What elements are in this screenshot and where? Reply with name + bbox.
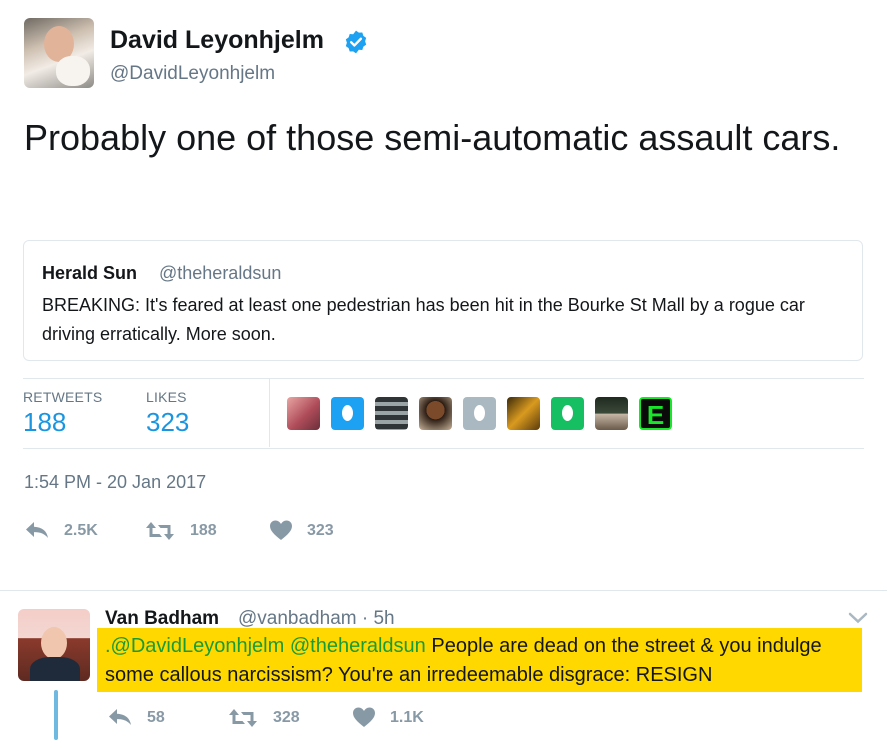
liker-avatar-egg[interactable] bbox=[331, 397, 364, 430]
author-handle[interactable]: @DavidLeyonhjelm bbox=[110, 63, 275, 85]
divider bbox=[23, 448, 864, 449]
stats-separator bbox=[269, 379, 270, 447]
liker-avatar-egg[interactable] bbox=[463, 397, 496, 430]
divider bbox=[23, 378, 864, 379]
like-count[interactable]: 323 bbox=[307, 522, 334, 540]
reply-text: .@DavidLeyonhjelm @theheraldsun People a… bbox=[105, 632, 865, 690]
liker-avatar-letter[interactable]: E bbox=[639, 397, 672, 430]
heart-icon[interactable] bbox=[269, 519, 293, 541]
avatar-body bbox=[30, 657, 80, 681]
retweets-count[interactable]: 188 bbox=[23, 407, 66, 438]
likes-count[interactable]: 323 bbox=[146, 407, 189, 438]
retweet-icon[interactable] bbox=[228, 707, 258, 729]
retweet-count[interactable]: 328 bbox=[273, 709, 300, 727]
author-name[interactable]: David Leyonhjelm bbox=[110, 26, 324, 55]
liker-avatar[interactable] bbox=[595, 397, 628, 430]
quoted-tweet[interactable]: Herald Sun @theheraldsun BREAKING: It's … bbox=[23, 240, 863, 361]
reply-author-name[interactable]: Van Badham bbox=[105, 608, 219, 630]
reply-icon[interactable] bbox=[107, 706, 133, 728]
quoted-tweet-text: BREAKING: It's feared at least one pedes… bbox=[42, 295, 805, 344]
tweet-separator bbox=[0, 590, 887, 591]
tweet-timestamp[interactable]: 1:54 PM - 20 Jan 2017 bbox=[24, 472, 206, 493]
liker-avatar[interactable] bbox=[507, 397, 540, 430]
retweet-count[interactable]: 188 bbox=[190, 522, 217, 540]
quoted-author-name: Herald Sun bbox=[42, 263, 138, 283]
retweets-label[interactable]: RETWEETS bbox=[23, 389, 102, 405]
author-avatar[interactable] bbox=[24, 18, 94, 88]
reply-count[interactable]: 2.5K bbox=[64, 522, 98, 540]
mention-link[interactable]: .@DavidLeyonhjelm bbox=[105, 635, 284, 657]
liker-avatar[interactable] bbox=[375, 397, 408, 430]
reply-author-meta[interactable]: @vanbadham · 5h bbox=[238, 608, 395, 630]
thread-line bbox=[54, 690, 58, 740]
avatar-face bbox=[41, 627, 67, 659]
reply-time[interactable]: · 5h bbox=[362, 608, 395, 629]
likes-label[interactable]: LIKES bbox=[146, 389, 187, 405]
quoted-author-handle: @theheraldsun bbox=[159, 263, 282, 283]
liker-avatar-egg[interactable] bbox=[551, 397, 584, 430]
liker-avatar[interactable] bbox=[287, 397, 320, 430]
reply-count[interactable]: 58 bbox=[147, 709, 165, 727]
retweet-icon[interactable] bbox=[145, 520, 175, 542]
mention-link[interactable]: @theheraldsun bbox=[290, 635, 426, 657]
reply-icon[interactable] bbox=[24, 519, 50, 541]
like-count[interactable]: 1.1K bbox=[390, 709, 424, 727]
chevron-down-icon[interactable] bbox=[848, 611, 868, 629]
reply-author-handle[interactable]: @vanbadham bbox=[238, 608, 357, 629]
verified-badge-icon bbox=[343, 29, 369, 55]
tweet-text: Probably one of those semi-automatic ass… bbox=[24, 117, 841, 158]
heart-icon[interactable] bbox=[352, 706, 376, 728]
liker-avatar[interactable] bbox=[419, 397, 452, 430]
avatar-cat bbox=[56, 56, 90, 86]
reply-author-avatar[interactable] bbox=[18, 609, 90, 681]
